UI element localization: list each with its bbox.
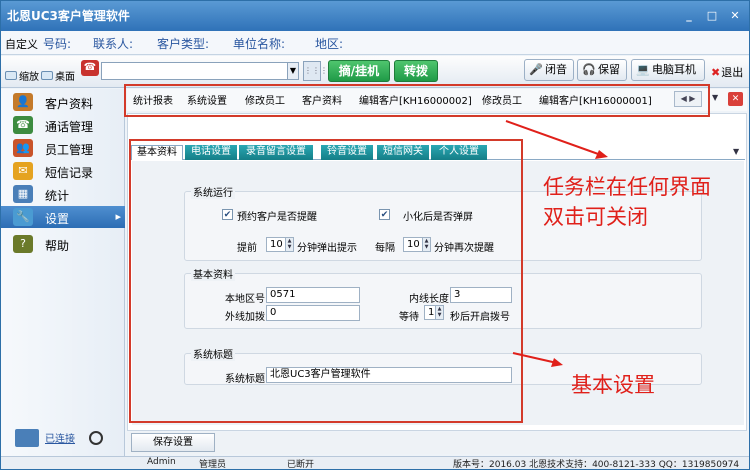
taskbar-note-line1: 任务栏在任何界面: [543, 175, 711, 199]
status-user: Admin: [147, 457, 176, 467]
taskbar-arrow: [505, 120, 602, 156]
status-version: 版本号：2016.03 北恩技术支持：400-8121-333 QQ：13198…: [453, 460, 740, 470]
taskbar-note-line2: 双击可关闭: [543, 205, 648, 229]
annotation-arrows: [505, 120, 608, 367]
settings-arrowhead: [551, 358, 563, 367]
status-connection: 已断开: [287, 460, 315, 470]
status-role: 管理员: [199, 460, 227, 470]
settings-arrow: [512, 352, 558, 364]
save-settings-button[interactable]: 保存设置: [131, 433, 215, 452]
save-bar: [127, 432, 747, 454]
app-window: 北恩UC3客户管理软件 _ □ ✕ 自定义 号码: 联系人: 客户类型: 单位名…: [0, 0, 750, 470]
basic-settings-note: 基本设置: [571, 373, 655, 397]
